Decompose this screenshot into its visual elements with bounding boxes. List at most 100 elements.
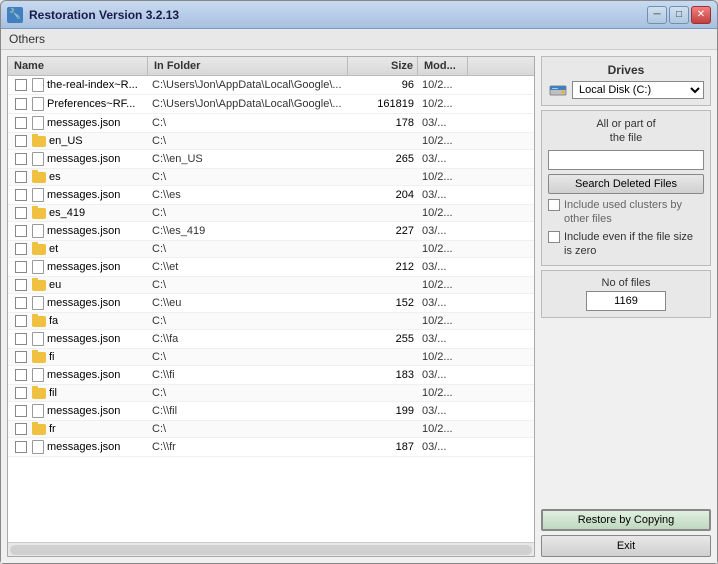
row-checkbox[interactable] <box>15 79 27 91</box>
row-checkbox[interactable] <box>15 171 27 183</box>
include-used-checkbox[interactable] <box>548 199 560 211</box>
hscroll-track[interactable] <box>10 545 532 555</box>
file-list-body[interactable]: the-real-index~R... C:\Users\Jon\AppData… <box>8 76 534 542</box>
file-icon <box>32 188 44 202</box>
file-filter-input[interactable] <box>548 150 704 170</box>
row-checkbox[interactable] <box>15 189 27 201</box>
row-checkbox[interactable] <box>15 405 27 417</box>
row-checkbox[interactable] <box>15 369 27 381</box>
col-header-folder[interactable]: In Folder <box>148 57 348 75</box>
cell-name: messages.json <box>8 151 148 167</box>
files-count-row: No of files <box>548 277 704 311</box>
table-row[interactable]: fil C:\ 10/2... <box>8 385 534 402</box>
row-checkbox[interactable] <box>15 387 27 399</box>
exit-button[interactable]: Exit <box>541 535 711 557</box>
window-title: Restoration Version 3.2.13 <box>29 8 179 22</box>
row-checkbox[interactable] <box>15 423 27 435</box>
cell-folder: C:\ <box>148 278 348 292</box>
cell-size <box>348 176 418 178</box>
include-zero-row: Include even if the file size is zero <box>548 230 704 259</box>
cell-name: Preferences~RF... <box>8 96 148 112</box>
cell-folder: C:\\es_419 <box>148 224 348 238</box>
col-header-size[interactable]: Size <box>348 57 418 75</box>
cell-name: fil <box>8 386 148 400</box>
file-name: messages.json <box>47 153 120 165</box>
table-row[interactable]: es C:\ 10/2... <box>8 169 534 186</box>
table-row[interactable]: the-real-index~R... C:\Users\Jon\AppData… <box>8 76 534 95</box>
row-checkbox[interactable] <box>15 135 27 147</box>
no-of-files-input[interactable] <box>586 291 666 311</box>
close-button[interactable]: ✕ <box>691 6 711 24</box>
minimize-button[interactable]: ─ <box>647 6 667 24</box>
table-row[interactable]: messages.json C:\\en_US 265 03/... <box>8 150 534 169</box>
drives-label: Drives <box>548 63 704 77</box>
row-checkbox[interactable] <box>15 225 27 237</box>
cell-name: the-real-index~R... <box>8 77 148 93</box>
cell-folder: C:\ <box>148 206 348 220</box>
table-row[interactable]: messages.json C:\\et 212 03/... <box>8 258 534 277</box>
horizontal-scrollbar[interactable] <box>8 542 534 556</box>
table-row[interactable]: messages.json C:\\es_419 227 03/... <box>8 222 534 241</box>
file-icon <box>32 97 44 111</box>
cell-name: es_419 <box>8 206 148 220</box>
col-header-modified[interactable]: Mod... <box>418 57 468 75</box>
row-checkbox[interactable] <box>15 153 27 165</box>
table-row[interactable]: Preferences~RF... C:\Users\Jon\AppData\L… <box>8 95 534 114</box>
row-checkbox[interactable] <box>15 261 27 273</box>
row-checkbox[interactable] <box>15 297 27 309</box>
include-used-clusters-row: Include used clusters by other files <box>548 198 704 227</box>
drive-select[interactable]: Local Disk (C:) <box>572 81 704 99</box>
toolbar-label: Others <box>9 32 45 46</box>
row-checkbox[interactable] <box>15 207 27 219</box>
file-name: eu <box>49 279 61 291</box>
file-name: et <box>49 243 58 255</box>
file-icon <box>32 368 44 382</box>
file-icon <box>32 440 44 454</box>
table-row[interactable]: messages.json C:\\eu 152 03/... <box>8 294 534 313</box>
cell-size <box>348 428 418 430</box>
folder-icon <box>32 136 46 147</box>
table-row[interactable]: messages.json C:\ 178 03/... <box>8 114 534 133</box>
cell-folder: C:\\fi <box>148 368 348 382</box>
cell-folder: C:\\fa <box>148 332 348 346</box>
cell-folder: C:\\en_US <box>148 152 348 166</box>
search-deleted-files-button[interactable]: Search Deleted Files <box>548 174 704 194</box>
restore-by-copying-button[interactable]: Restore by Copying <box>541 509 711 531</box>
table-row[interactable]: fi C:\ 10/2... <box>8 349 534 366</box>
table-row[interactable]: messages.json C:\\fi 183 03/... <box>8 366 534 385</box>
cell-modified: 03/... <box>418 296 468 310</box>
row-checkbox[interactable] <box>15 117 27 129</box>
table-row[interactable]: eu C:\ 10/2... <box>8 277 534 294</box>
row-checkbox[interactable] <box>15 351 27 363</box>
table-row[interactable]: messages.json C:\\fa 255 03/... <box>8 330 534 349</box>
right-panel: Drives Local Disk (C:) <box>541 56 711 557</box>
cell-size: 152 <box>348 296 418 310</box>
table-row[interactable]: messages.json C:\\fr 187 03/... <box>8 438 534 457</box>
cell-name: es <box>8 170 148 184</box>
row-checkbox[interactable] <box>15 315 27 327</box>
table-row[interactable]: messages.json C:\\fil 199 03/... <box>8 402 534 421</box>
col-header-name[interactable]: Name <box>8 57 148 75</box>
cell-folder: C:\ <box>148 242 348 256</box>
row-checkbox[interactable] <box>15 98 27 110</box>
table-row[interactable]: et C:\ 10/2... <box>8 241 534 258</box>
file-name: es <box>49 171 61 183</box>
table-row[interactable]: es_419 C:\ 10/2... <box>8 205 534 222</box>
cell-folder: C:\ <box>148 170 348 184</box>
row-checkbox[interactable] <box>15 441 27 453</box>
cell-modified: 10/2... <box>418 206 468 220</box>
include-zero-checkbox[interactable] <box>548 231 560 243</box>
cell-modified: 03/... <box>418 332 468 346</box>
row-checkbox[interactable] <box>15 243 27 255</box>
row-checkbox[interactable] <box>15 279 27 291</box>
table-row[interactable]: fr C:\ 10/2... <box>8 421 534 438</box>
table-row[interactable]: messages.json C:\\es 204 03/... <box>8 186 534 205</box>
cell-size: 255 <box>348 332 418 346</box>
table-row[interactable]: fa C:\ 10/2... <box>8 313 534 330</box>
file-icon <box>32 332 44 346</box>
table-row[interactable]: en_US C:\ 10/2... <box>8 133 534 150</box>
cell-size: 212 <box>348 260 418 274</box>
cell-modified: 03/... <box>418 116 468 130</box>
row-checkbox[interactable] <box>15 333 27 345</box>
maximize-button[interactable]: □ <box>669 6 689 24</box>
